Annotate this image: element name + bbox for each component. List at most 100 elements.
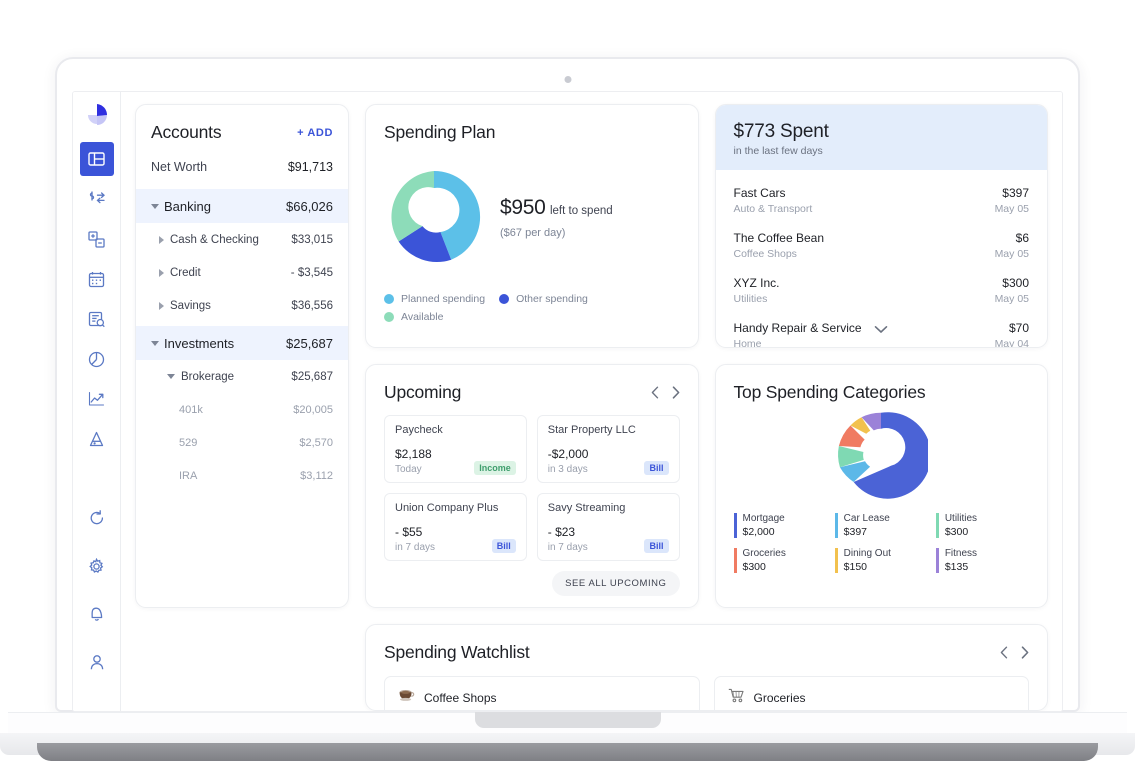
upcoming-item[interactable]: Savy Streaming - $23 in 7 days Bill: [536, 493, 680, 561]
wedge-logo[interactable]: [80, 98, 114, 134]
spent-card: $773 Spent in the last few days Fast Car…: [714, 104, 1048, 348]
category-legend-groceries: Groceries $300: [733, 548, 827, 573]
spending-plan-amount-line: $950 left to spend: [500, 196, 613, 220]
account-row-529[interactable]: 529 $2,570: [136, 426, 348, 459]
account-group-investments[interactable]: Investments $25,687: [136, 326, 348, 360]
spending-plan-summary: $950 left to spend ($67 per day): [500, 196, 613, 239]
legend-item-available: Available: [384, 311, 634, 323]
transaction-left: Handy Repair & Service Home: [733, 321, 862, 348]
account-row-cash-checking-value: $33,015: [291, 233, 333, 246]
upcoming-item[interactable]: Paycheck $2,188 Today Income: [384, 415, 527, 483]
category-legend-car-lease: Car Lease $397: [834, 513, 928, 538]
spent-header: $773 Spent in the last few days: [715, 105, 1047, 170]
upcoming-item-name: Savy Streaming: [547, 502, 626, 514]
spending-plan-card: Spending Plan $950 left to spend ($67 pe…: [365, 104, 699, 348]
account-row-savings-label: Savings: [170, 299, 211, 312]
transaction-date: May 05: [994, 293, 1029, 305]
transaction-row[interactable]: XYZ Inc. Utilities $300 May 05: [734, 266, 1030, 311]
transaction-date: May 04: [994, 338, 1029, 348]
upcoming-item-footer: in 7 days Bill: [395, 539, 516, 553]
upcoming-item-body: - $55 in 7 days Bill: [395, 525, 516, 553]
sidebar-item-spending[interactable]: [80, 342, 114, 376]
sidebar-item-investments[interactable]: [80, 382, 114, 416]
account-row-brokerage-label: Brokerage: [181, 370, 235, 383]
watchlist-item-name: Coffee Shops: [424, 690, 497, 705]
category-legend-fitness: Fitness $135: [935, 548, 1029, 573]
spending-plan-amount-caption: left to spend: [549, 204, 613, 217]
transaction-left: Fast Cars Auto & Transport: [734, 186, 813, 215]
sidebar-item-calendar[interactable]: [80, 262, 114, 296]
trackpad-notch: [474, 712, 661, 728]
sidebar-item-transactions[interactable]: [80, 182, 114, 216]
sidebar-item-goals[interactable]: [80, 422, 114, 456]
upcoming-item-when: Today: [395, 464, 422, 475]
sidebar-item-reports[interactable]: [80, 302, 114, 336]
upcoming-item[interactable]: Star Property LLC -$2,000 in 3 days Bill: [536, 415, 680, 483]
transaction-left: XYZ Inc. Utilities: [734, 276, 780, 305]
transaction-row[interactable]: The Coffee Bean Coffee Shops $6 May 05: [734, 221, 1030, 266]
laptop-base-shadow: [37, 743, 1098, 761]
chevron-right-icon: [159, 235, 164, 244]
net-worth-label: Net Worth: [151, 160, 208, 174]
upcoming-item-name: Paycheck: [395, 424, 443, 436]
upcoming-item-when: in 7 days: [395, 542, 436, 553]
chevron-right-icon: [159, 301, 164, 310]
transaction-right: $397 May 05: [995, 186, 1029, 215]
account-row-savings[interactable]: Savings $36,556: [136, 289, 348, 322]
legend-item-planned-spending: Planned spending: [384, 293, 485, 305]
watchlist-prev-button[interactable]: [1000, 646, 1008, 659]
account-group-banking-label: Banking: [164, 198, 211, 214]
upcoming-next-button[interactable]: [672, 386, 680, 399]
sidebar-item-profile[interactable]: [80, 645, 114, 679]
account-row-credit-label: Credit: [170, 266, 201, 279]
transaction-amount: $6: [1015, 231, 1029, 245]
spent-amount-title: $773 Spent: [733, 121, 829, 142]
screenshot-stage: Accounts + ADD Net Worth $91,713 Banking…: [0, 0, 1135, 784]
net-worth-value: $91,713: [287, 160, 333, 174]
expand-transactions-button[interactable]: [874, 321, 888, 339]
transaction-right: $70 May 04: [994, 321, 1029, 348]
watchlist-item-head: Groceries: [728, 688, 1016, 708]
upcoming-item-footer: in 3 days Bill: [548, 461, 669, 475]
transaction-row[interactable]: Fast Cars Auto & Transport $397 May 05: [734, 176, 1030, 221]
accounts-card: Accounts + ADD Net Worth $91,713 Banking…: [135, 104, 349, 608]
sidebar-item-dashboard[interactable]: [79, 142, 114, 176]
upcoming-card: Upcoming Paycheck $2,188 Today Income St…: [365, 364, 699, 608]
upcoming-item-footer: in 7 days Bill: [548, 539, 669, 553]
watchlist-item[interactable]: Coffee Shops MONTHLY AVERAGE YEAR TO DAT…: [384, 676, 700, 710]
upcoming-prev-button[interactable]: [651, 386, 659, 399]
category-value: $2,000: [742, 526, 775, 538]
transaction-amount: $300: [1002, 276, 1029, 290]
sidebar-item-budget[interactable]: [80, 222, 114, 256]
watchlist-item[interactable]: Groceries MONTHLY AVERAGE YEAR TO DATE: [713, 676, 1029, 710]
account-row-credit[interactable]: Credit - $3,545: [136, 256, 348, 289]
sidebar-item-settings[interactable]: [80, 549, 114, 583]
webcam-dot: [564, 76, 571, 83]
account-row-brokerage-value: $25,687: [291, 370, 333, 383]
account-group-banking[interactable]: Banking $66,026: [136, 189, 348, 223]
top-spending-categories-title: Top Spending Categories: [733, 382, 926, 402]
category-legend-dining-out: Dining Out $150: [834, 548, 928, 573]
upcoming-item-name: Union Company Plus: [395, 502, 499, 514]
transaction-category: Coffee Shops: [733, 248, 797, 260]
sidebar-item-refresh[interactable]: [80, 501, 114, 535]
add-account-button[interactable]: + ADD: [297, 127, 333, 139]
spending-plan-per-day: ($67 per day): [500, 226, 566, 239]
account-row-brokerage[interactable]: Brokerage $25,687: [136, 360, 348, 393]
see-all-upcoming-button[interactable]: SEE ALL UPCOMING: [552, 571, 680, 596]
watchlist-next-button[interactable]: [1021, 646, 1029, 659]
account-row-401k[interactable]: 401k $20,005: [136, 393, 348, 426]
account-row-ira[interactable]: IRA $3,112: [136, 459, 348, 492]
sidebar-item-notifications[interactable]: [80, 597, 114, 631]
spending-plan-body: $950 left to spend ($67 per day): [384, 167, 680, 267]
transaction-amount: $70: [1008, 321, 1029, 335]
upcoming-item[interactable]: Union Company Plus - $55 in 7 days Bill: [384, 493, 527, 561]
transaction-category: Home: [733, 338, 762, 348]
account-row-cash-checking[interactable]: Cash & Checking $33,015: [136, 223, 348, 256]
top-spending-chart-wrap: [734, 409, 1030, 503]
watchlist-grid: Coffee Shops MONTHLY AVERAGE YEAR TO DAT…: [384, 676, 1029, 710]
account-group-investments-value: $25,687: [286, 335, 333, 351]
account-group-banking-left: Banking: [151, 199, 211, 214]
upcoming-title: Upcoming: [384, 382, 462, 402]
legend-swatch-icon: [499, 294, 510, 304]
